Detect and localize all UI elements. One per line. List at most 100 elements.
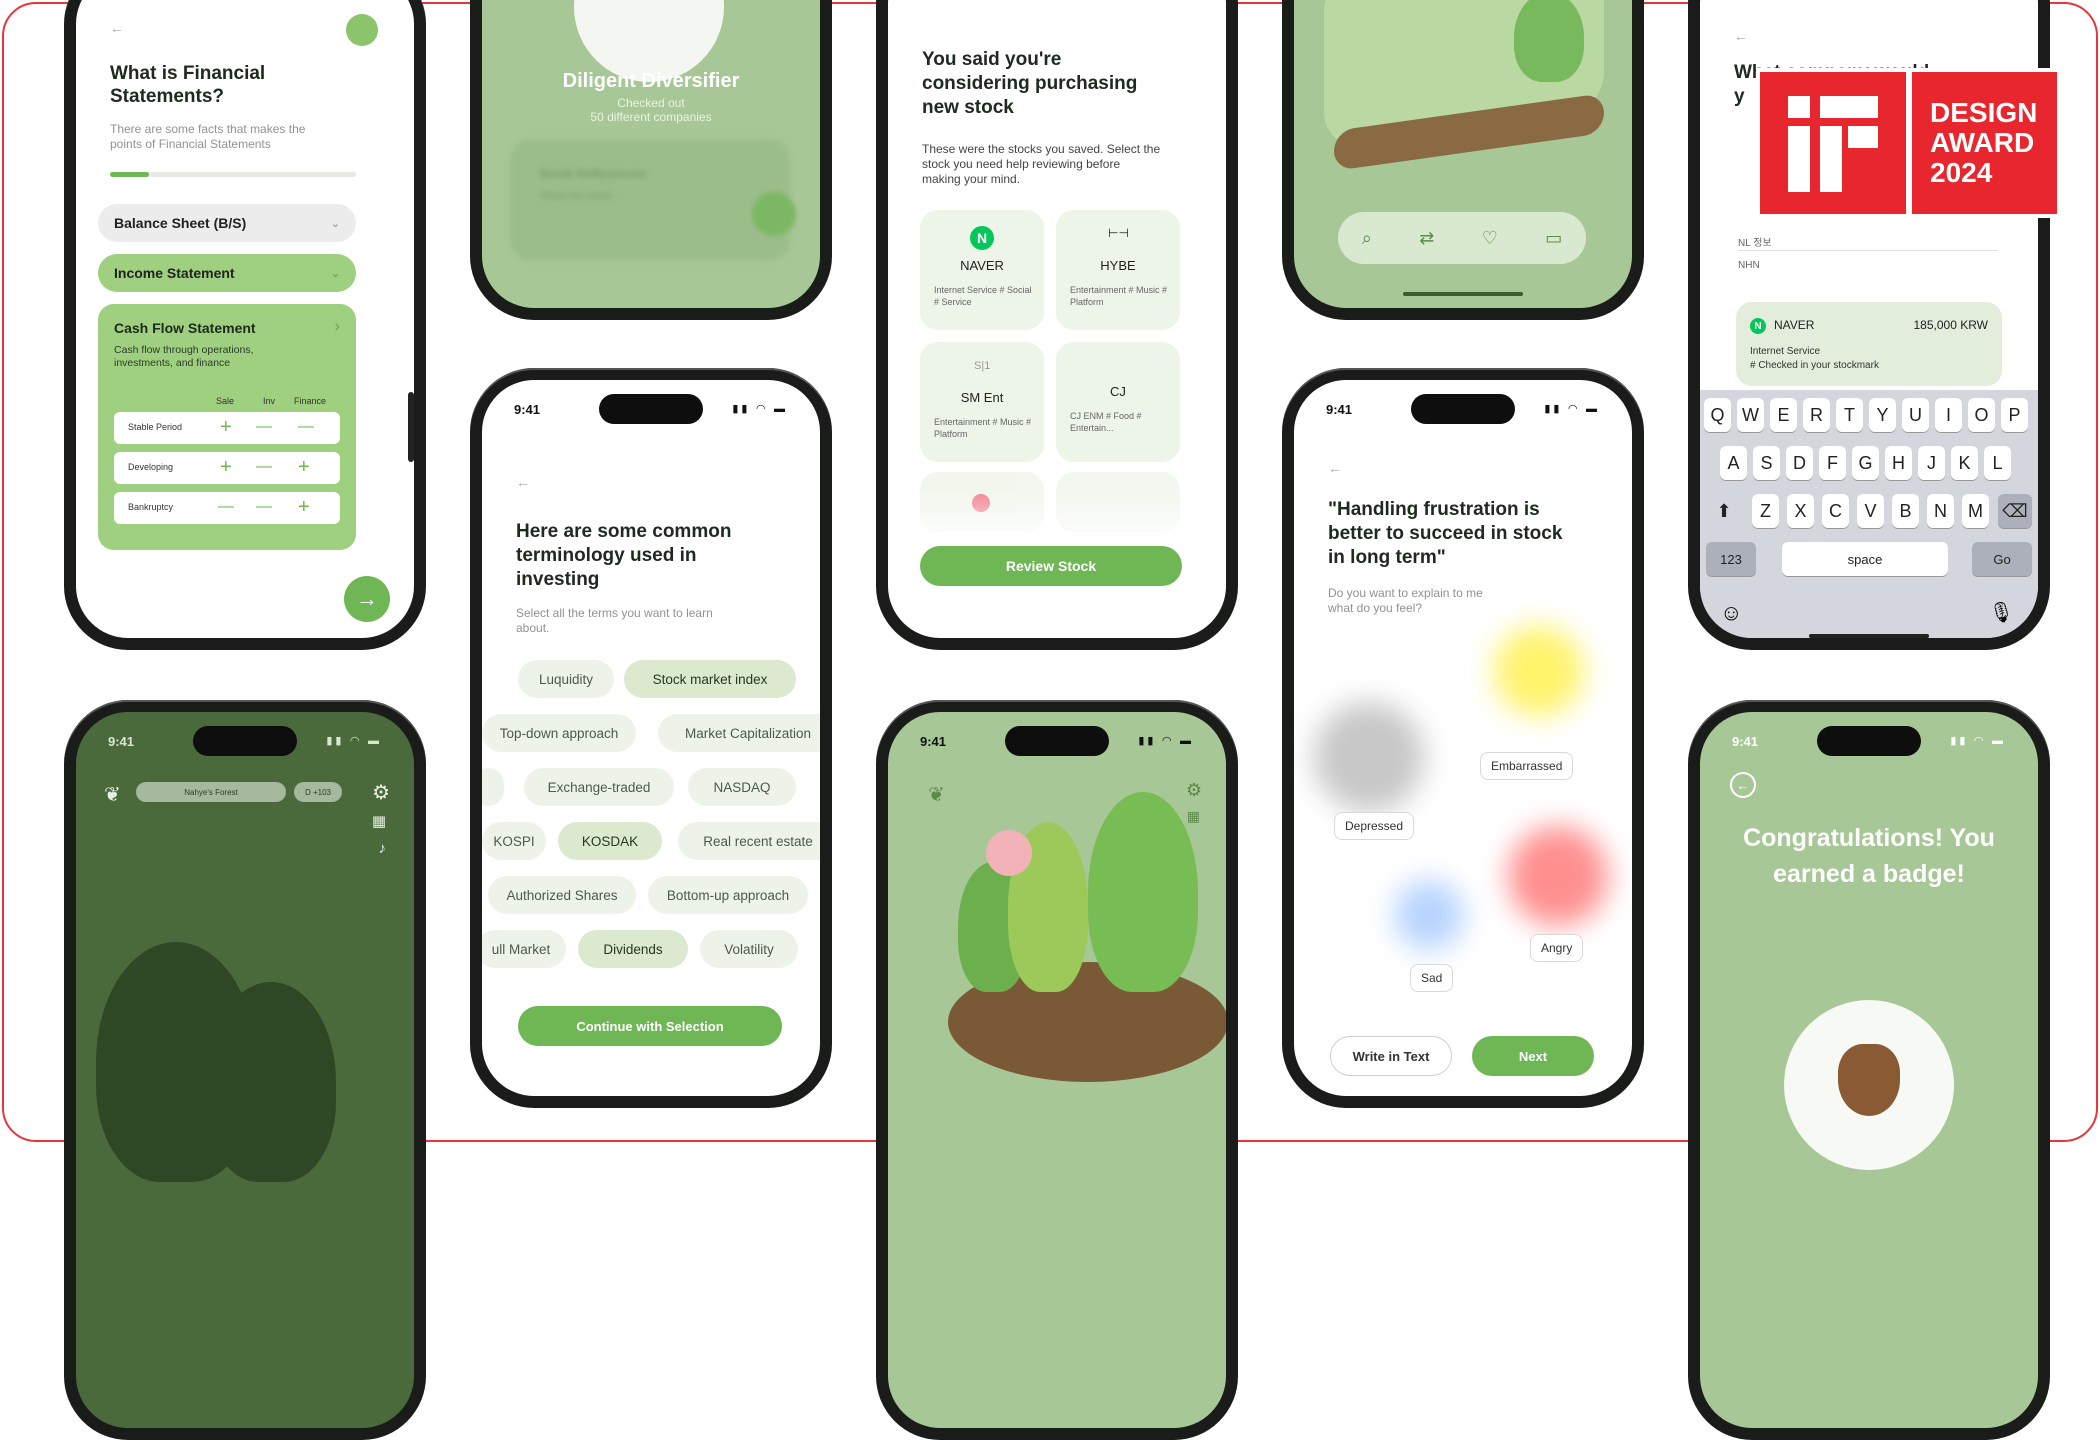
next-button[interactable]: Next (1472, 1036, 1594, 1076)
key-i[interactable]: I (1935, 398, 1962, 432)
back-arrow-icon[interactable]: ← (1328, 460, 1342, 476)
key-o[interactable]: O (1968, 398, 1995, 432)
key-q[interactable]: Q (1704, 398, 1731, 432)
dday-pill[interactable]: D +103 (294, 782, 342, 802)
wallet-icon[interactable]: ▭ (1545, 228, 1562, 249)
chip-term[interactable]: NASDAQ (688, 768, 796, 806)
key-a[interactable]: A (1720, 446, 1747, 480)
key-y[interactable]: Y (1869, 398, 1896, 432)
gear-icon[interactable]: ⚙ (372, 780, 390, 805)
key-l[interactable]: L (1984, 446, 2011, 480)
stock-result-card[interactable]: N NAVER 185,000 KRW Internet Service # C… (1736, 302, 2002, 386)
go-key[interactable]: Go (1972, 542, 2032, 576)
mood-angry[interactable]: Angry (1530, 934, 1584, 962)
chip-term[interactable]: Dividends (578, 930, 688, 968)
search-icon[interactable]: ⌕ (1362, 228, 1372, 249)
key-c[interactable]: C (1822, 494, 1849, 528)
key-b[interactable]: B (1892, 494, 1919, 528)
gear-icon[interactable]: ⚙ (1186, 780, 1202, 801)
key-r[interactable]: R (1803, 398, 1830, 432)
page-subtitle: Do you want to explain to me what do you… (1328, 586, 1483, 615)
key-h[interactable]: H (1885, 446, 1912, 480)
key-j[interactable]: J (1918, 446, 1945, 480)
side-scrollbar[interactable] (408, 392, 414, 462)
stock-card-sment[interactable]: S|1 SM Ent Entertainment # Music # Platf… (920, 342, 1044, 462)
back-circle-icon[interactable]: ← (1730, 772, 1756, 798)
review-stock-button[interactable]: Review Stock (920, 546, 1182, 586)
chip-term[interactable]: Top-down approach (482, 714, 636, 752)
back-arrow-icon[interactable]: ← (516, 474, 530, 490)
award-line: DESIGN (1930, 97, 2038, 128)
stock-card-naver[interactable]: N NAVER Internet Service # Social # Serv… (920, 210, 1044, 330)
heart-icon[interactable]: ♡ (1482, 228, 1498, 249)
mood-depressed[interactable]: Depressed (1334, 812, 1415, 840)
write-in-text-button[interactable]: Write in Text (1330, 1036, 1452, 1076)
chip-term[interactable]: Luquidity (518, 660, 614, 698)
if-design-award-logo: DESIGN AWARD 2024 (1756, 68, 2061, 218)
key-g[interactable]: G (1852, 446, 1879, 480)
key-v[interactable]: V (1857, 494, 1884, 528)
shift-key[interactable]: ⬆ (1706, 494, 1742, 528)
search-suggestion-en[interactable]: NHN (1738, 260, 1760, 271)
key-f[interactable]: F (1819, 446, 1846, 480)
next-arrow-button[interactable]: → (344, 576, 390, 622)
chip-term[interactable]: Authorized Shares (488, 876, 636, 914)
forest-name-pill[interactable]: Nahye's Forest (136, 782, 286, 802)
key-x[interactable]: X (1787, 494, 1814, 528)
space-key[interactable]: space (1782, 542, 1948, 576)
stock-name: HYBE (1100, 258, 1136, 273)
stock-card-hybe[interactable]: ⊢⊣ HYBE Entertainment # Music # Platform (1056, 210, 1180, 330)
search-suggestion-ko[interactable]: NL 정보 (1738, 234, 1772, 249)
microphone-icon[interactable]: 🎙 (1989, 600, 2014, 625)
key-k[interactable]: K (1951, 446, 1978, 480)
chip-term[interactable]: Real recent estate (678, 822, 820, 860)
continue-button[interactable]: Continue with Selection (518, 1006, 782, 1046)
key-u[interactable]: U (1902, 398, 1929, 432)
chip-term[interactable]: ull Market (482, 930, 566, 968)
stock-card-cj[interactable]: CJ CJ ENM # Food # Entertain... (1056, 342, 1180, 462)
phone-island-nav: ⌕ ⇄ ♡ ▭ (1282, 0, 1644, 320)
mood-embarrassed[interactable]: Embarrassed (1480, 752, 1574, 780)
table-row: Developing + — + (114, 452, 340, 484)
phone-badge-detail: Diligent Diversifier Checked out 50 diff… (470, 0, 832, 320)
status-icons: ▮▮ ◠ ▬ (1950, 735, 2006, 747)
row-label: Developing (128, 462, 174, 472)
chip-term[interactable]: KOSDAK (558, 822, 662, 860)
key-s[interactable]: S (1753, 446, 1780, 480)
calendar-icon[interactable]: ▦ (1187, 808, 1200, 825)
mood-sad[interactable]: Sad (1410, 964, 1454, 992)
back-arrow-icon[interactable]: ← (110, 20, 124, 36)
key-t[interactable]: T (1836, 398, 1863, 432)
chip-term[interactable]: Exchange-traded (524, 768, 674, 806)
key-w[interactable]: W (1737, 398, 1764, 432)
emoji-icon[interactable]: ☺ (1720, 600, 1742, 626)
key-m[interactable]: M (1962, 494, 1989, 528)
chip-term[interactable]: KOSPI (482, 822, 546, 860)
row-balance-sheet[interactable]: Balance Sheet (B/S) ⌄ (98, 204, 356, 242)
chip-term[interactable]: Volatility (700, 930, 798, 968)
naver-logo-icon: N (970, 226, 994, 250)
cash-flow-card[interactable]: Cash Flow Statement › Cash flow through … (98, 304, 356, 550)
chip-term-partial[interactable] (482, 768, 504, 806)
key-e[interactable]: E (1770, 398, 1797, 432)
key-d[interactable]: D (1786, 446, 1813, 480)
row-income-statement[interactable]: Income Statement ⌄ (98, 254, 356, 292)
screen: ⌕ ⇄ ♡ ▭ (1294, 0, 1632, 308)
key-n[interactable]: N (1927, 494, 1954, 528)
screen: 9:41 ▮▮ ◠ ▬ ❦ Nahye's Forest D +103 ⚙ ▦ ♪ (76, 712, 414, 1428)
status-icons: ▮▮ ◠ ▬ (1544, 403, 1600, 415)
chip-term[interactable]: Stock market index (624, 660, 796, 698)
sign: — (256, 418, 272, 435)
bell-icon[interactable]: ♪ (379, 840, 387, 857)
calendar-icon[interactable]: ▦ (372, 812, 386, 830)
key-z[interactable]: Z (1752, 494, 1779, 528)
stock-price: 185,000 KRW (1913, 318, 1989, 332)
backspace-key[interactable]: ⌫ (1998, 494, 2032, 528)
congrats-title: Congratulations! You earned a badge! (1743, 824, 1995, 888)
chip-term[interactable]: Bottom-up approach (648, 876, 808, 914)
key-p[interactable]: P (2001, 398, 2028, 432)
chip-term[interactable]: Market Capitalization (658, 714, 820, 752)
key-123[interactable]: 123 (1706, 542, 1756, 576)
swap-icon[interactable]: ⇄ (1419, 228, 1434, 249)
back-arrow-icon[interactable]: ← (1734, 28, 1748, 44)
